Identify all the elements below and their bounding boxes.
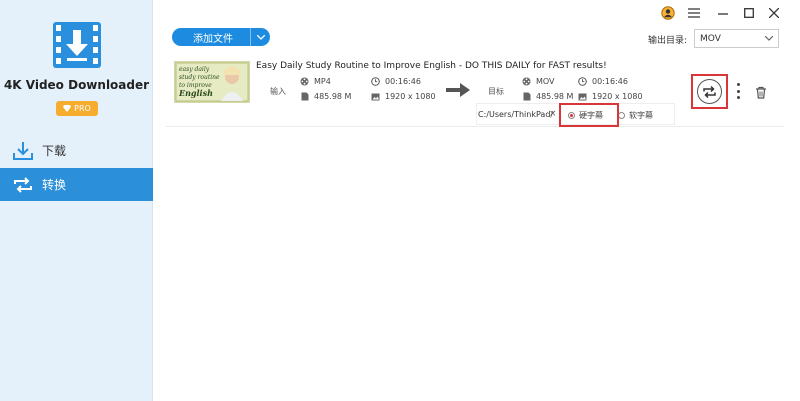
pro-badge[interactable]: PRO [56, 101, 98, 116]
sidebar-item-convert[interactable]: 转换 [0, 168, 153, 201]
film-reel-icon [522, 77, 531, 86]
chevron-down-icon[interactable] [250, 28, 270, 46]
close-icon[interactable] [767, 6, 781, 20]
account-icon[interactable] [661, 6, 675, 20]
input-duration-value: 00:16:46 [385, 77, 421, 86]
video-title: Easy Daily Study Routine to Improve Engl… [256, 61, 607, 71]
minimize-icon[interactable] [716, 6, 730, 20]
add-file-button[interactable]: 添加文件 [172, 28, 270, 46]
clock-icon [578, 77, 587, 86]
trash-icon[interactable] [755, 84, 767, 99]
app-logo-icon [53, 22, 101, 68]
pro-badge-label: PRO [74, 104, 91, 113]
input-size-value: 485.98 M [314, 92, 352, 101]
file-icon [522, 92, 531, 101]
convert-icon [703, 85, 716, 98]
input-resolution-value: 1920 x 1080 [385, 92, 436, 101]
sidebar-item-download[interactable]: 下载 [0, 134, 153, 167]
film-reel-icon [300, 77, 309, 86]
output-format-select[interactable]: MOV [694, 29, 779, 48]
input-format: MP4 [300, 77, 331, 86]
download-icon [12, 140, 34, 162]
image-icon [371, 92, 380, 101]
target-resolution-value: 1920 x 1080 [592, 92, 643, 101]
thumb-text: English [178, 88, 213, 98]
chevron-down-icon [765, 36, 773, 41]
input-resolution: 1920 x 1080 [371, 92, 436, 101]
clock-icon [371, 77, 380, 86]
path-clear-button[interactable]: × [549, 109, 557, 119]
output-format-value: MOV [700, 33, 721, 44]
output-dir-label: 输出目录: [648, 36, 688, 46]
more-options-icon[interactable] [735, 83, 741, 99]
thumb-text: study routine [179, 74, 220, 81]
target-format-value: MOV [536, 77, 555, 86]
input-size: 485.98 M [300, 92, 351, 101]
input-label: 输入 [270, 87, 286, 96]
input-duration: 00:16:46 [371, 77, 421, 86]
sidebar-item-label: 转换 [42, 178, 67, 192]
file-icon [300, 92, 309, 101]
sidebar: 4K Video Downloader PRO 下载 转换 [0, 0, 153, 401]
video-thumbnail: easy daily study routine to improve Engl… [174, 61, 250, 103]
soft-subtitle-label: 软字幕 [629, 111, 653, 120]
convert-icon [12, 174, 34, 196]
app-name: 4K Video Downloader [3, 78, 150, 92]
add-file-label: 添加文件 [193, 33, 233, 45]
input-format-value: MP4 [314, 77, 331, 86]
target-duration: 00:16:46 [578, 77, 628, 86]
target-format: MOV [522, 77, 555, 86]
target-size: 485.98 M [522, 92, 573, 101]
menu-icon[interactable] [687, 6, 701, 20]
maximize-icon[interactable] [742, 6, 756, 20]
radio-unselected-icon[interactable] [618, 112, 625, 119]
diamond-icon [63, 105, 72, 112]
target-label: 目标 [488, 87, 504, 96]
sidebar-item-label: 下载 [42, 144, 67, 158]
target-resolution: 1920 x 1080 [578, 92, 643, 101]
soft-subtitle-option[interactable]: 软字幕 [618, 110, 653, 121]
arrow-right-icon [446, 82, 470, 97]
output-path[interactable]: C:/Users/ThinkPad/ [478, 110, 553, 119]
target-duration-value: 00:16:46 [592, 77, 628, 86]
image-icon [578, 92, 587, 101]
highlight-frame [559, 103, 619, 127]
thumb-text: easy daily [179, 66, 210, 73]
convert-button[interactable] [697, 79, 722, 104]
target-size-value: 485.98 M [536, 92, 574, 101]
